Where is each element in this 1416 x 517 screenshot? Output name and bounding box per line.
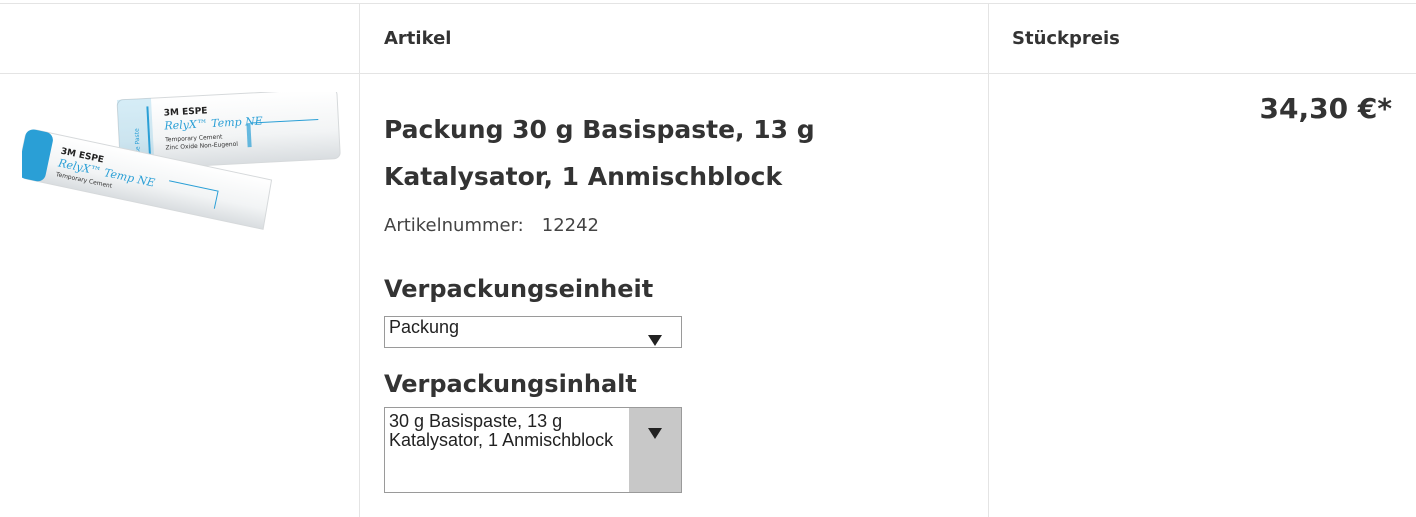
packaging-content-dropdown-arrow[interactable] (629, 408, 681, 492)
header-article: Artikel (384, 28, 452, 49)
unit-price: 34,30 €* (1259, 92, 1392, 125)
header-divider (0, 73, 1416, 74)
product-image[interactable]: 3M ESPE RelyX™ Temp NE Temporary Cement … (17, 88, 342, 234)
packaging-unit-selected-value: Packung (389, 317, 460, 337)
article-number-value: 12242 (541, 215, 600, 236)
product-tubes-illustration: 3M ESPE RelyX™ Temp NE Temporary Cement … (17, 88, 341, 230)
top-border (0, 3, 1416, 4)
packaging-unit-select[interactable]: Packung (384, 316, 682, 348)
packaging-unit-dropdown-arrow[interactable] (629, 317, 681, 347)
article-number-label: Artikelnummer: (384, 215, 524, 236)
column-divider (359, 3, 360, 517)
chevron-down-icon (648, 335, 662, 346)
article-number-row: Artikelnummer: 12242 (384, 215, 599, 236)
packaging-content-selected-value: 30 g Basispaste, 13 g Katalysator, 1 Anm… (389, 411, 614, 450)
chevron-down-icon (648, 428, 662, 439)
packaging-content-label: Verpackungsinhalt (384, 370, 637, 398)
product-title[interactable]: Packung 30 g Basispaste, 13 g Katalysato… (384, 106, 944, 200)
product-table: Artikel Stückpreis 3M ESPE RelyX™ Temp N… (0, 0, 1416, 517)
header-unit-price: Stückpreis (1012, 28, 1120, 49)
packaging-content-select[interactable]: 30 g Basispaste, 13 g Katalysator, 1 Anm… (384, 407, 682, 493)
packaging-unit-label: Verpackungseinheit (384, 275, 654, 303)
column-divider (988, 3, 989, 517)
